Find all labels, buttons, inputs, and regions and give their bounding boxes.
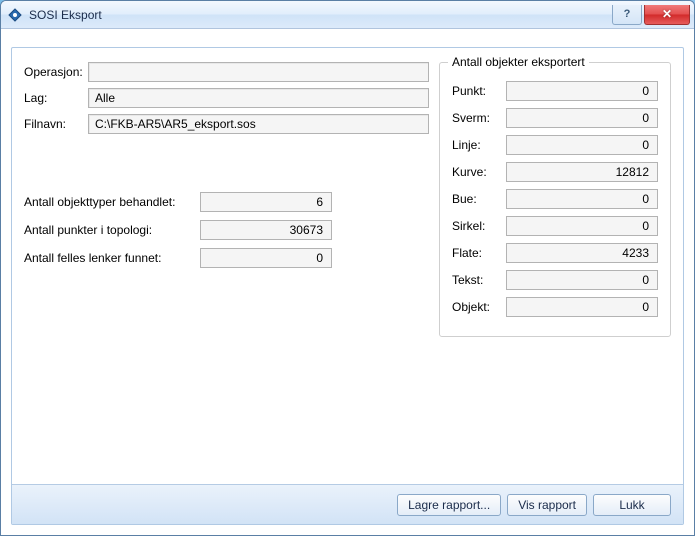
help-icon: ?: [624, 8, 631, 20]
glabel-objekt: Objekt:: [452, 300, 506, 314]
dialog-window: SOSI Eksport ? ✕ Operasjon: Lag: Alle: [0, 0, 695, 536]
glabel-punkt: Punkt:: [452, 84, 506, 98]
gvalue-objekt: 0: [506, 297, 658, 317]
stat-objekttyper: Antall objekttyper behandlet: 6: [24, 192, 429, 212]
grow-punkt: Punkt: 0: [452, 81, 658, 101]
group-legend: Antall objekter eksportert: [448, 55, 589, 69]
dialog-body: Operasjon: Lag: Alle Filnavn: C:\FKB-AR5…: [1, 29, 694, 535]
glabel-linje: Linje:: [452, 138, 506, 152]
grow-sirkel: Sirkel: 0: [452, 216, 658, 236]
content-box: Operasjon: Lag: Alle Filnavn: C:\FKB-AR5…: [11, 47, 684, 525]
lukk-button[interactable]: Lukk: [593, 494, 671, 516]
titlebar[interactable]: SOSI Eksport ? ✕: [1, 1, 694, 29]
grow-bue: Bue: 0: [452, 189, 658, 209]
label-filnavn: Filnavn:: [24, 117, 88, 131]
help-button[interactable]: ?: [612, 5, 642, 25]
grow-flate: Flate: 4233: [452, 243, 658, 263]
label-operasjon: Operasjon:: [24, 65, 88, 79]
gvalue-linje: 0: [506, 135, 658, 155]
gvalue-sverm: 0: [506, 108, 658, 128]
gvalue-punkt: 0: [506, 81, 658, 101]
button-bar: Lagre rapport... Vis rapport Lukk: [12, 484, 683, 524]
stat-punkter-topologi: Antall punkter i topologi: 30673: [24, 220, 429, 240]
gvalue-flate: 4233: [506, 243, 658, 263]
right-panel: Antall objekter eksportert Punkt: 0 Sver…: [439, 62, 671, 474]
glabel-bue: Bue:: [452, 192, 506, 206]
stat-felles-lenker: Antall felles lenker funnet: 0: [24, 248, 429, 268]
grow-objekt: Objekt: 0: [452, 297, 658, 317]
glabel-flate: Flate:: [452, 246, 506, 260]
value-punkter-topologi: 30673: [200, 220, 332, 240]
glabel-sirkel: Sirkel:: [452, 219, 506, 233]
row-lag: Lag: Alle: [24, 88, 429, 108]
label-objekttyper: Antall objekttyper behandlet:: [24, 195, 200, 209]
content-area: Operasjon: Lag: Alle Filnavn: C:\FKB-AR5…: [12, 48, 683, 484]
lagre-rapport-button[interactable]: Lagre rapport...: [397, 494, 501, 516]
gvalue-kurve: 12812: [506, 162, 658, 182]
stats-block: Antall objekttyper behandlet: 6 Antall p…: [24, 192, 429, 276]
gvalue-sirkel: 0: [506, 216, 658, 236]
window-controls: ? ✕: [610, 5, 690, 25]
field-filnavn: C:\FKB-AR5\AR5_eksport.sos: [88, 114, 429, 134]
gvalue-bue: 0: [506, 189, 658, 209]
grow-tekst: Tekst: 0: [452, 270, 658, 290]
row-filnavn: Filnavn: C:\FKB-AR5\AR5_eksport.sos: [24, 114, 429, 134]
label-punkter-topologi: Antall punkter i topologi:: [24, 223, 200, 237]
vis-rapport-button[interactable]: Vis rapport: [507, 494, 587, 516]
value-objekttyper: 6: [200, 192, 332, 212]
label-felles-lenker: Antall felles lenker funnet:: [24, 251, 200, 265]
row-operasjon: Operasjon:: [24, 62, 429, 82]
glabel-kurve: Kurve:: [452, 165, 506, 179]
label-lag: Lag:: [24, 91, 88, 105]
glabel-sverm: Sverm:: [452, 111, 506, 125]
window-title: SOSI Eksport: [29, 8, 610, 22]
left-panel: Operasjon: Lag: Alle Filnavn: C:\FKB-AR5…: [24, 62, 429, 474]
app-icon: [7, 7, 23, 23]
field-lag: Alle: [88, 88, 429, 108]
close-button[interactable]: ✕: [644, 5, 690, 25]
value-felles-lenker: 0: [200, 248, 332, 268]
grow-sverm: Sverm: 0: [452, 108, 658, 128]
grow-kurve: Kurve: 12812: [452, 162, 658, 182]
glabel-tekst: Tekst:: [452, 273, 506, 287]
gvalue-tekst: 0: [506, 270, 658, 290]
group-eksportert: Antall objekter eksportert Punkt: 0 Sver…: [439, 62, 671, 337]
close-icon: ✕: [662, 7, 672, 21]
grow-linje: Linje: 0: [452, 135, 658, 155]
field-operasjon: [88, 62, 429, 82]
